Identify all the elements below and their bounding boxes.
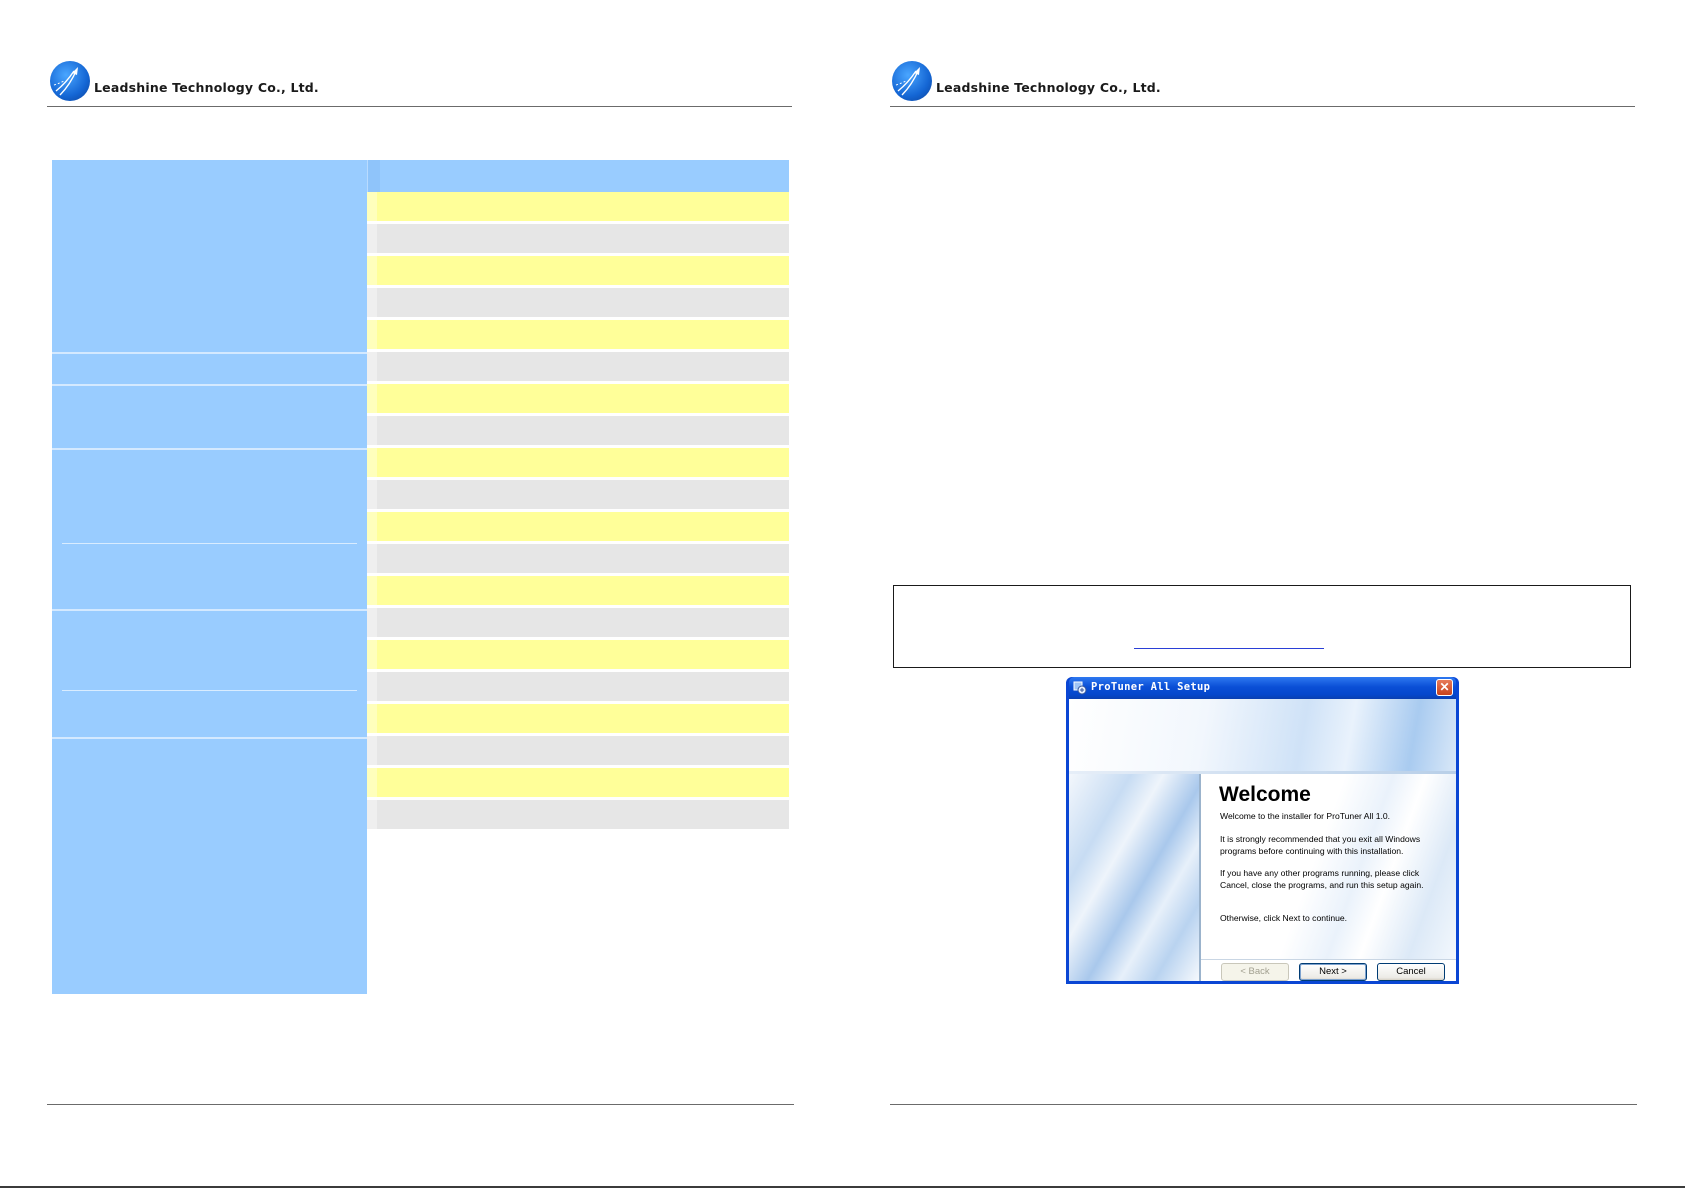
table-row bbox=[367, 544, 789, 574]
installer-window: ProTuner All Setup ✕ Welcome Welcome to … bbox=[1066, 677, 1459, 984]
cancel-instructions-paragraph: If you have any other programs running, … bbox=[1220, 868, 1424, 890]
table-sub-divider bbox=[62, 690, 357, 691]
table-row bbox=[367, 448, 789, 478]
table-row bbox=[367, 800, 789, 830]
close-icon[interactable]: ✕ bbox=[1436, 679, 1453, 696]
table-row bbox=[367, 256, 789, 286]
table-row bbox=[367, 768, 789, 798]
table-row bbox=[367, 672, 789, 702]
leadshine-logo-icon bbox=[892, 61, 932, 101]
leadshine-logo-icon bbox=[50, 61, 90, 101]
next-button[interactable]: Next > bbox=[1299, 963, 1367, 981]
table-row bbox=[367, 352, 789, 382]
welcome-paragraph: Welcome to the installer for ProTuner Al… bbox=[1220, 811, 1391, 821]
header-rule bbox=[47, 106, 792, 107]
table-row bbox=[367, 608, 789, 638]
installer-side-graphic bbox=[1069, 774, 1201, 981]
continue-paragraph: Otherwise, click Next to continue. bbox=[1220, 913, 1348, 923]
table-row bbox=[367, 640, 789, 670]
cancel-button[interactable]: Cancel bbox=[1377, 963, 1445, 981]
table-group-divider bbox=[52, 384, 367, 386]
table-row bbox=[367, 704, 789, 734]
table-row bbox=[367, 512, 789, 542]
header-logo: Leadshine Technology Co., Ltd. bbox=[50, 60, 319, 102]
page-bottom-edge bbox=[0, 1186, 1685, 1188]
setup-app-icon bbox=[1073, 681, 1087, 695]
table-row bbox=[367, 480, 789, 510]
download-link[interactable] bbox=[1134, 648, 1324, 649]
installer-body: Welcome Welcome to the installer for Pro… bbox=[1069, 699, 1456, 981]
recommendation-paragraph: It is strongly recommended that you exit… bbox=[1220, 834, 1421, 856]
footer-rule bbox=[47, 1104, 794, 1105]
window-titlebar[interactable]: ProTuner All Setup ✕ bbox=[1069, 677, 1456, 699]
note-box bbox=[893, 585, 1631, 668]
table-row bbox=[367, 576, 789, 606]
company-name: Leadshine Technology Co., Ltd. bbox=[94, 79, 319, 95]
table-row bbox=[367, 320, 789, 350]
table-sub-divider bbox=[62, 543, 357, 544]
table-group-divider bbox=[52, 609, 367, 611]
table-row bbox=[367, 288, 789, 318]
left-page: Leadshine Technology Co., Ltd. bbox=[0, 0, 842, 1191]
footer-rule bbox=[890, 1104, 1637, 1105]
window-title: ProTuner All Setup bbox=[1091, 681, 1211, 693]
table-row bbox=[367, 384, 789, 414]
table-row bbox=[367, 736, 789, 766]
table-header-row bbox=[52, 160, 789, 192]
table-row bbox=[367, 416, 789, 446]
table-left-column bbox=[52, 514, 367, 994]
button-bar-divider bbox=[1201, 959, 1456, 960]
table-group-divider bbox=[52, 448, 367, 450]
table-row bbox=[367, 224, 789, 254]
table-row bbox=[367, 192, 789, 222]
table-header-divider bbox=[367, 160, 380, 192]
table-group-divider bbox=[52, 352, 367, 354]
header-rule bbox=[890, 106, 1635, 107]
header-logo: Leadshine Technology Co., Ltd. bbox=[892, 60, 1161, 102]
company-name: Leadshine Technology Co., Ltd. bbox=[936, 79, 1161, 95]
welcome-heading: Welcome bbox=[1219, 783, 1311, 806]
back-button[interactable]: < Back bbox=[1221, 963, 1289, 981]
installer-banner bbox=[1069, 699, 1456, 771]
table-group-divider bbox=[52, 737, 367, 739]
